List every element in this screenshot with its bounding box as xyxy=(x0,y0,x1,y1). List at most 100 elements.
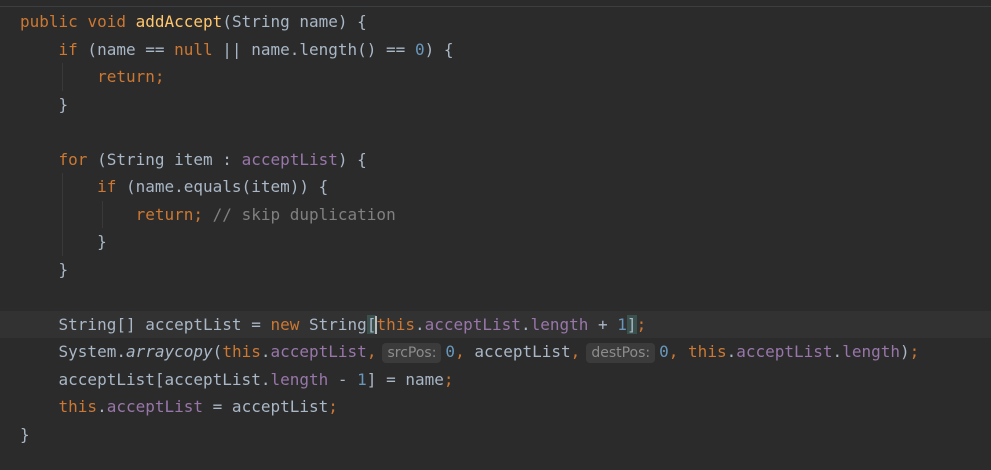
code-token: acceptList xyxy=(241,149,338,169)
code-line-text[interactable]: } xyxy=(20,421,30,448)
code-token: , xyxy=(668,342,679,361)
code-token: , xyxy=(570,342,581,361)
code-token: } xyxy=(20,94,69,114)
code-token: 0 xyxy=(659,342,669,361)
code-token: ; xyxy=(443,369,454,389)
code-token: acceptList xyxy=(736,342,833,361)
code-line[interactable] xyxy=(0,283,991,310)
code-token: ) { xyxy=(424,39,454,59)
code-token: + xyxy=(588,314,618,334)
code-line[interactable]: this.acceptList = acceptList; xyxy=(0,393,991,420)
code-line[interactable]: for (String item : acceptList) { xyxy=(0,146,991,173)
code-editor[interactable]: public void addAccept(String name) { if … xyxy=(0,0,991,470)
code-line[interactable]: } xyxy=(0,256,991,283)
code-token: ) xyxy=(899,342,910,361)
code-token: acceptList xyxy=(270,342,367,361)
code-token: (name == xyxy=(77,39,175,59)
code-token: } xyxy=(20,424,30,444)
code-token: this xyxy=(376,314,415,334)
code-line[interactable]: return; // skip duplication xyxy=(0,201,991,228)
code-token: . xyxy=(414,314,425,334)
code-line[interactable]: String[] acceptList = new String[this.ac… xyxy=(0,310,991,338)
code-token: acceptList xyxy=(424,314,521,334)
code-token: System. xyxy=(20,342,126,361)
code-token: length xyxy=(270,369,329,389)
code-token: return; xyxy=(97,67,165,86)
code-token: } xyxy=(20,232,107,251)
parameter-hint: srcPos: xyxy=(382,343,442,363)
code-line[interactable]: return; xyxy=(0,63,991,90)
code-token: if xyxy=(58,39,78,59)
code-token: (String name) { xyxy=(222,12,367,31)
code-line-text[interactable]: } xyxy=(20,256,69,283)
code-line-text[interactable]: this.acceptList = acceptList; xyxy=(20,393,338,420)
code-token: } xyxy=(20,259,69,279)
code-token: return; xyxy=(135,204,204,224)
code-token: ) { xyxy=(337,149,367,169)
code-token: acceptList[acceptList. xyxy=(20,369,271,389)
code-token: new xyxy=(270,314,300,334)
code-line-text[interactable]: acceptList[acceptList.length - 1] = name… xyxy=(20,366,454,393)
code-token: , xyxy=(455,342,465,361)
code-line[interactable]: if (name.equals(item)) { xyxy=(0,173,991,200)
code-token: void xyxy=(87,12,126,31)
code-line-text[interactable]: } xyxy=(20,228,107,255)
code-line-text[interactable]: if (name == null || name.length() == 0) … xyxy=(20,36,454,63)
code-token: . xyxy=(832,342,843,361)
code-token: ] = name xyxy=(366,369,444,389)
editor-top-border xyxy=(0,6,991,7)
code-token: = acceptList xyxy=(203,397,329,416)
code-line-text[interactable]: } xyxy=(20,91,69,118)
code-token: null xyxy=(174,39,213,59)
code-token: addAccept xyxy=(135,12,223,31)
code-token: (name.equals(item)) { xyxy=(116,177,329,196)
code-token: - xyxy=(328,369,358,389)
code-line-text[interactable]: System.arraycopy(this.acceptList, srcPos:… xyxy=(20,338,919,365)
code-token: length xyxy=(530,314,589,334)
code-token: 1 xyxy=(617,314,627,334)
code-line-text[interactable]: String[] acceptList = new String[this.ac… xyxy=(20,311,646,338)
code-line-text[interactable]: public void addAccept(String name) { xyxy=(20,8,367,35)
code-line[interactable] xyxy=(0,118,991,145)
code-line[interactable]: public void addAccept(String name) { xyxy=(0,8,991,35)
code-token: String[] acceptList = xyxy=(20,314,271,334)
code-line[interactable]: } xyxy=(0,228,991,255)
code-token: this xyxy=(222,342,261,361)
code-line[interactable]: System.arraycopy(this.acceptList, srcPos:… xyxy=(0,338,991,365)
code-line[interactable]: } xyxy=(0,421,991,448)
code-token: (String item : xyxy=(87,149,242,169)
code-token: , xyxy=(366,342,377,361)
code-line-text[interactable]: for (String item : acceptList) { xyxy=(20,146,367,173)
code-token: // skip duplication xyxy=(212,204,396,224)
code-token: . xyxy=(97,397,107,416)
code-token: 0 xyxy=(414,39,425,59)
code-token: ; xyxy=(909,342,920,361)
code-line-text[interactable]: if (name.equals(item)) { xyxy=(20,173,328,200)
code-token: ; xyxy=(328,397,338,416)
code-line-text[interactable]: return; xyxy=(20,63,165,90)
code-token: . xyxy=(726,342,737,361)
matched-bracket: ] xyxy=(626,314,637,334)
code-line-text[interactable]: return; // skip duplication xyxy=(20,201,396,228)
code-line[interactable]: if (name == null || name.length() == 0) … xyxy=(0,36,991,63)
code-token: this xyxy=(688,342,727,361)
code-token: arraycopy xyxy=(125,342,213,361)
code-token: acceptList xyxy=(106,397,204,416)
parameter-hint: destPos: xyxy=(586,343,656,363)
code-token: || name.length() == xyxy=(212,39,415,59)
code-line[interactable]: } xyxy=(0,91,991,118)
code-line[interactable]: acceptList[acceptList.length - 1] = name… xyxy=(0,366,991,393)
code-token: if xyxy=(97,177,117,196)
code-token: acceptList xyxy=(464,342,571,361)
code-token: ; xyxy=(636,314,647,334)
code-token: ( xyxy=(212,342,223,361)
